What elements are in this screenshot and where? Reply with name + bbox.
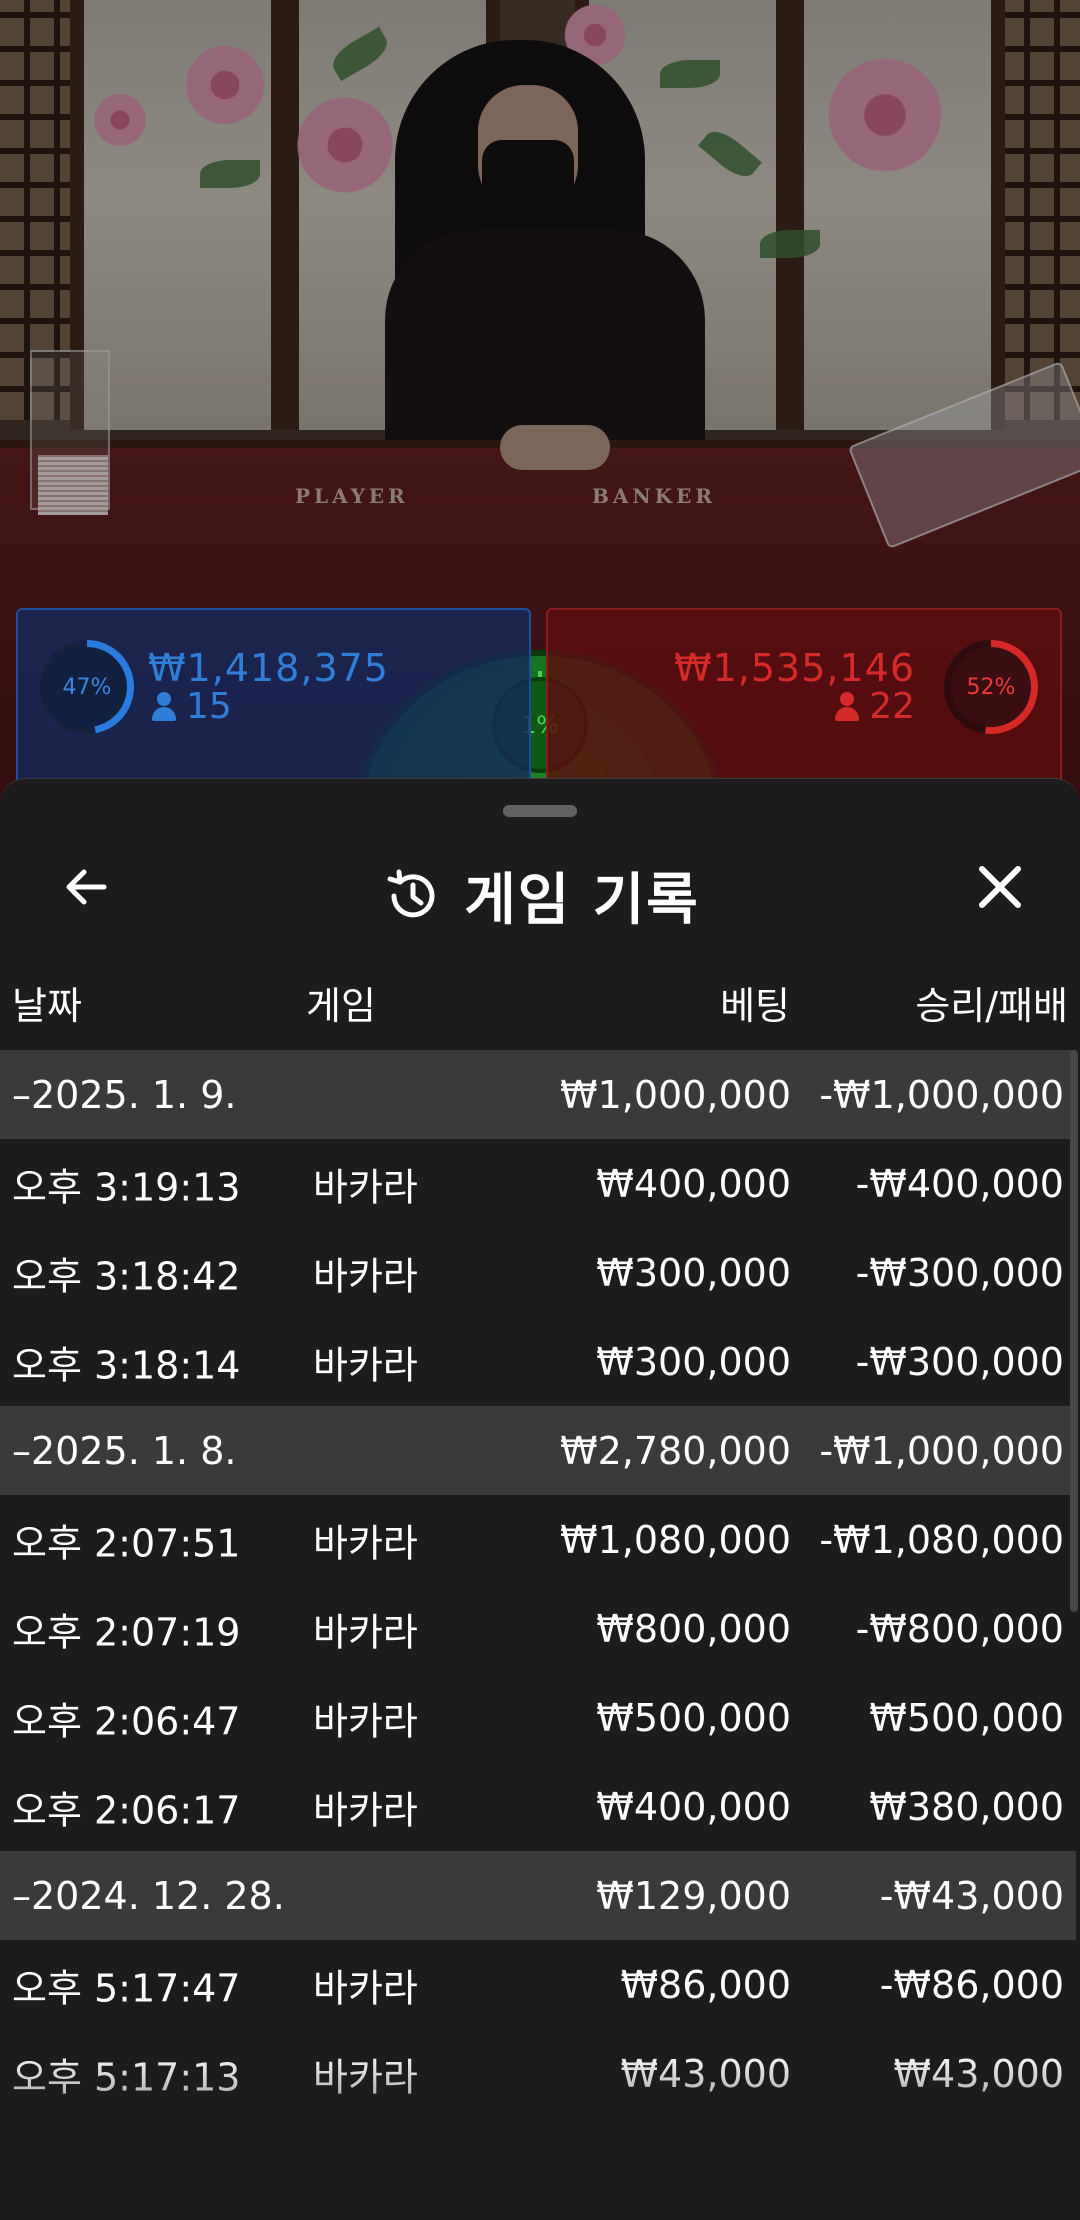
history-list[interactable]: –2025. 1. 9. ₩1,000,000 -₩1,000,000 오후 3:19… (0, 1050, 1076, 2118)
player-percent: 47% (62, 674, 112, 700)
date-group-row[interactable]: –2025. 1. 9. ₩1,000,000 -₩1,000,000 (0, 1050, 1076, 1139)
banker-count-value: 22 (869, 686, 915, 727)
row-game: 바카라 (313, 2055, 418, 2099)
player-bet-total: ₩1,418,375 (148, 646, 389, 690)
row-time: 오후 2:06:47 (12, 1699, 241, 1743)
group-bet-total: ₩1,000,000 (560, 1072, 791, 1117)
row-game: 바카라 (313, 1254, 418, 1298)
history-row: 오후 5:17:13 바카라 ₩43,000 ₩43,000 (0, 2029, 1076, 2118)
row-time: 오후 3:19:13 (12, 1165, 241, 1209)
group-date: –2025. 1. 9. (12, 1072, 237, 1117)
sheet-drag-handle[interactable] (503, 805, 577, 817)
player-bettor-count: 15 (152, 686, 232, 727)
row-result: -₩300,000 (855, 1250, 1064, 1295)
row-game: 바카라 (313, 1165, 418, 1209)
row-time: 오후 2:07:19 (12, 1610, 241, 1654)
group-bet-total: ₩2,780,000 (560, 1428, 791, 1473)
history-row: 오후 2:06:17 바카라 ₩400,000 ₩380,000 (0, 1762, 1076, 1851)
row-result: ₩43,000 (893, 2051, 1064, 2096)
close-button[interactable] (960, 847, 1040, 927)
player-percent-ring: 47% (40, 640, 134, 734)
banker-bet-total: ₩1,535,146 (674, 646, 915, 690)
banker-bet-area[interactable]: 52% ₩1,535,146 22 (546, 608, 1062, 798)
close-icon (979, 866, 1021, 908)
column-header-bet: 베팅 (720, 984, 790, 1028)
history-icon (387, 869, 435, 917)
player-count-value: 15 (186, 686, 232, 727)
sheet-title-group: 게임 기록 (0, 855, 1080, 936)
row-result: -₩1,080,000 (819, 1517, 1064, 1562)
person-icon (835, 691, 860, 722)
history-row: 오후 2:06:47 바카라 ₩500,000 ₩500,000 (0, 1673, 1076, 1762)
row-bet: ₩500,000 (596, 1695, 791, 1740)
column-header-result: 승리/패배 (915, 984, 1068, 1028)
date-group-row[interactable]: –2024. 12. 28. ₩129,000 -₩43,000 (0, 1851, 1076, 1940)
sheet-title: 게임 기록 (464, 868, 700, 933)
group-bet-total: ₩129,000 (596, 1873, 791, 1918)
row-time: 오후 2:06:17 (12, 1788, 241, 1832)
row-time: 오후 3:18:42 (12, 1254, 241, 1298)
row-bet: ₩400,000 (596, 1784, 791, 1829)
row-bet: ₩300,000 (596, 1339, 791, 1384)
row-time: 오후 5:17:13 (12, 2055, 241, 2099)
history-row: 오후 3:18:14 바카라 ₩300,000 -₩300,000 (0, 1317, 1076, 1406)
row-result: -₩300,000 (855, 1339, 1064, 1384)
row-time: 오후 5:17:47 (12, 1966, 241, 2010)
row-game: 바카라 (313, 1966, 418, 2010)
row-bet: ₩43,000 (620, 2051, 791, 2096)
history-scrollbar[interactable] (1070, 1050, 1078, 1612)
row-result: ₩380,000 (869, 1784, 1064, 1829)
banker-bettor-count: 22 (835, 686, 915, 727)
row-bet: ₩1,080,000 (560, 1517, 791, 1562)
banker-percent-ring: 52% (944, 640, 1038, 734)
row-bet: ₩800,000 (596, 1606, 791, 1651)
row-game: 바카라 (313, 1699, 418, 1743)
row-game: 바카라 (313, 1521, 418, 1565)
group-date: –2025. 1. 8. (12, 1428, 237, 1473)
column-header-date: 날짜 (12, 984, 82, 1028)
row-result: -₩400,000 (855, 1161, 1064, 1206)
history-row: 오후 3:18:42 바카라 ₩300,000 -₩300,000 (0, 1228, 1076, 1317)
history-row: 오후 5:17:47 바카라 ₩86,000 -₩86,000 (0, 1940, 1076, 2029)
row-time: 오후 2:07:51 (12, 1521, 241, 1565)
group-result-total: -₩43,000 (879, 1873, 1064, 1918)
row-time: 오후 3:18:14 (12, 1343, 241, 1387)
history-row: 오후 3:19:13 바카라 ₩400,000 -₩400,000 (0, 1139, 1076, 1228)
history-row: 오후 2:07:19 바카라 ₩800,000 -₩800,000 (0, 1584, 1076, 1673)
row-game: 바카라 (313, 1343, 418, 1387)
history-row: 오후 2:07:51 바카라 ₩1,080,000 -₩1,080,000 (0, 1495, 1076, 1584)
date-group-row[interactable]: –2025. 1. 8. ₩2,780,000 -₩1,000,000 (0, 1406, 1076, 1495)
row-game: 바카라 (313, 1788, 418, 1832)
sheet-header: 게임 기록 (0, 829, 1080, 939)
player-bet-area[interactable]: 47% ₩1,418,375 15 (16, 608, 531, 798)
row-bet: ₩300,000 (596, 1250, 791, 1295)
column-header-game: 게임 (306, 984, 376, 1028)
banker-percent: 52% (966, 674, 1016, 700)
row-bet: ₩400,000 (596, 1161, 791, 1206)
row-result: -₩800,000 (855, 1606, 1064, 1651)
row-game: 바카라 (313, 1610, 418, 1654)
group-result-total: -₩1,000,000 (819, 1428, 1064, 1473)
row-bet: ₩86,000 (620, 1962, 791, 2007)
group-result-total: -₩1,000,000 (819, 1072, 1064, 1117)
group-date: –2024. 12. 28. (12, 1873, 285, 1918)
row-result: ₩500,000 (869, 1695, 1064, 1740)
person-icon (152, 691, 176, 722)
row-result: -₩86,000 (879, 1962, 1064, 2007)
